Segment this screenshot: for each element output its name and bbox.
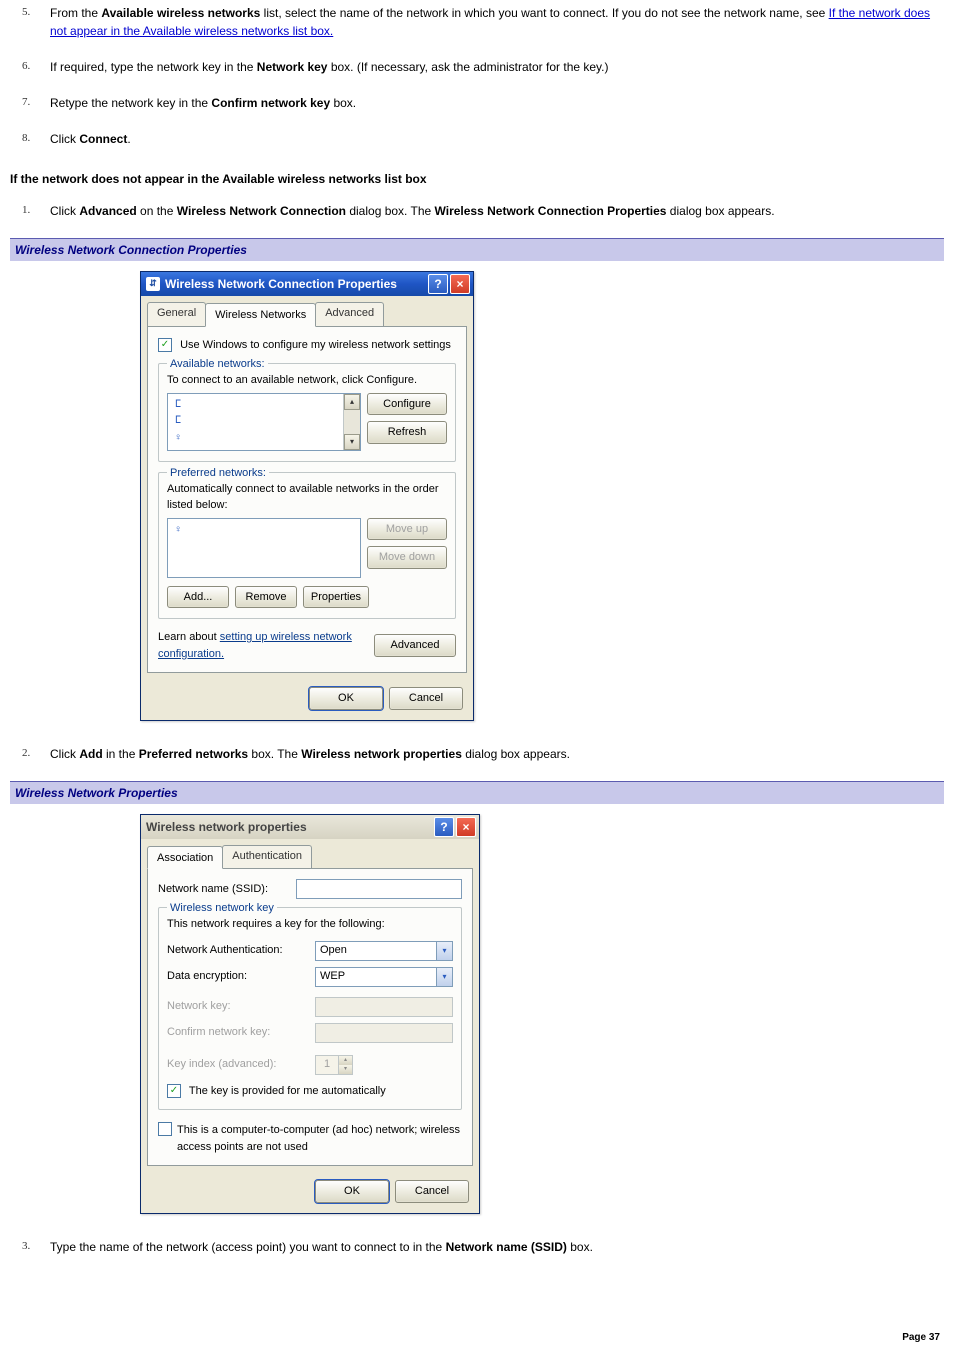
ssid-label: Network name (SSID):	[158, 881, 288, 898]
scrollbar[interactable]: ▴ ▾	[343, 394, 360, 450]
key-index-spinner: 1 ▴ ▾	[315, 1055, 353, 1075]
chevron-down-icon[interactable]: ▾	[436, 968, 452, 986]
antenna-icon: ⵎ	[172, 398, 184, 410]
notappear-step-2: Click Add in the Preferred networks box.…	[50, 745, 944, 763]
network-auth-label: Network Authentication:	[167, 942, 307, 959]
chevron-down-icon[interactable]: ▾	[436, 942, 452, 960]
close-button[interactable]: ×	[450, 274, 470, 294]
dlg1-titlebar[interactable]: ⇵ Wireless Network Connection Properties…	[141, 272, 473, 296]
dlg2-pane: Network name (SSID): Wireless network ke…	[147, 868, 473, 1166]
step-6: If required, type the network key in the…	[50, 58, 944, 76]
ok-button[interactable]: OK	[315, 1180, 389, 1203]
close-button[interactable]: ×	[456, 817, 476, 837]
data-encryption-combo[interactable]: WEP ▾	[315, 967, 453, 987]
dlg-wnp: Wireless network properties ? × Associat…	[140, 814, 480, 1214]
available-networks-hint: To connect to an available network, clic…	[167, 372, 447, 389]
list-item[interactable]: ⵎ	[172, 396, 339, 413]
dlg-wncp: ⇵ Wireless Network Connection Properties…	[140, 271, 474, 721]
spinner-down-icon: ▾	[339, 1065, 352, 1074]
adhoc-label: This is a computer-to-computer (ad hoc) …	[177, 1122, 462, 1155]
learn-about-text: Learn about setting up wireless network …	[158, 629, 374, 662]
available-networks-title: Available networks:	[167, 356, 268, 373]
auto-key-checkbox[interactable]: ✓	[167, 1084, 181, 1098]
data-encryption-label: Data encryption:	[167, 968, 307, 985]
ssid-input[interactable]	[296, 879, 462, 899]
group-wireless-key: Wireless network key This network requir…	[158, 907, 462, 1110]
wireless-key-title: Wireless network key	[167, 900, 277, 917]
tab-advanced[interactable]: Advanced	[315, 302, 384, 326]
network-auth-combo[interactable]: Open ▾	[315, 941, 453, 961]
antenna-icon: ♀	[172, 523, 184, 535]
heading-not-appear: If the network does not appear in the Av…	[10, 170, 944, 188]
use-windows-checkbox[interactable]: ✓	[158, 338, 172, 352]
network-auth-value: Open	[316, 942, 436, 959]
figure-caption-1: Wireless Network Connection Properties	[10, 238, 944, 261]
tab-wireless-networks[interactable]: Wireless Networks	[205, 303, 316, 327]
refresh-button[interactable]: Refresh	[367, 421, 447, 444]
confirm-network-key-label: Confirm network key:	[167, 1024, 307, 1041]
tab-association[interactable]: Association	[147, 846, 223, 870]
data-encryption-value: WEP	[316, 968, 436, 985]
dlg1-pane: ✓ Use Windows to configure my wireless n…	[147, 326, 467, 674]
preferred-networks-hint: Automatically connect to available netwo…	[167, 481, 447, 514]
preferred-networks-list[interactable]: ♀	[167, 518, 361, 578]
key-index-value: 1	[316, 1056, 338, 1074]
list-item[interactable]: ♀	[172, 521, 356, 538]
move-up-button[interactable]: Move up	[367, 518, 447, 541]
use-windows-label: Use Windows to configure my wireless net…	[180, 339, 451, 351]
group-available-networks: Available networks: To connect to an ava…	[158, 363, 456, 462]
ok-button[interactable]: OK	[309, 687, 383, 710]
notappear-step-1: Click Advanced on the Wireless Network C…	[50, 202, 944, 220]
wireless-key-hint: This network requires a key for the foll…	[167, 916, 453, 933]
step-8: Click Connect.	[50, 130, 944, 148]
add-button[interactable]: Add...	[167, 586, 229, 609]
tab-general[interactable]: General	[147, 302, 206, 326]
step-7: Retype the network key in the Confirm ne…	[50, 94, 944, 112]
configure-button[interactable]: Configure	[367, 393, 447, 416]
confirm-network-key-input	[315, 1023, 453, 1043]
cancel-button[interactable]: Cancel	[395, 1180, 469, 1203]
page-number: Page 37	[902, 1330, 940, 1345]
advanced-button[interactable]: Advanced	[374, 634, 456, 657]
key-index-label: Key index (advanced):	[167, 1056, 307, 1073]
preferred-networks-title: Preferred networks:	[167, 465, 269, 482]
help-button[interactable]: ?	[434, 817, 454, 837]
auto-key-label: The key is provided for me automatically	[189, 1085, 386, 1097]
step-5: From the Available wireless networks lis…	[50, 4, 944, 40]
spinner-up-icon: ▴	[339, 1056, 352, 1065]
dlg2-titlebar[interactable]: Wireless network properties ? ×	[141, 815, 479, 839]
tab-authentication[interactable]: Authentication	[222, 845, 312, 869]
adhoc-checkbox[interactable]: ✓	[158, 1122, 172, 1136]
available-networks-list[interactable]: ⵎ ⵎ ♀ ▴ ▾	[167, 393, 361, 451]
help-button[interactable]: ?	[428, 274, 448, 294]
network-icon: ⇵	[146, 277, 160, 291]
cancel-button[interactable]: Cancel	[389, 687, 463, 710]
group-preferred-networks: Preferred networks: Automatically connec…	[158, 472, 456, 620]
steps-list-first: From the Available wireless networks lis…	[10, 4, 944, 148]
antenna-icon: ♀	[172, 431, 184, 443]
network-key-label: Network key:	[167, 998, 307, 1015]
remove-button[interactable]: Remove	[235, 586, 297, 609]
dlg1-title: Wireless Network Connection Properties	[165, 275, 426, 293]
move-down-button[interactable]: Move down	[367, 546, 447, 569]
network-key-input	[315, 997, 453, 1017]
list-item[interactable]: ♀	[172, 429, 339, 446]
scroll-up-icon[interactable]: ▴	[344, 394, 360, 410]
antenna-icon: ⵎ	[172, 415, 184, 427]
figure-caption-2: Wireless Network Properties	[10, 781, 944, 804]
dlg2-title: Wireless network properties	[146, 818, 432, 836]
properties-button[interactable]: Properties	[303, 586, 369, 609]
scroll-down-icon[interactable]: ▾	[344, 434, 360, 450]
notappear-step-3: Type the name of the network (access poi…	[50, 1238, 944, 1256]
list-item[interactable]: ⵎ	[172, 412, 339, 429]
